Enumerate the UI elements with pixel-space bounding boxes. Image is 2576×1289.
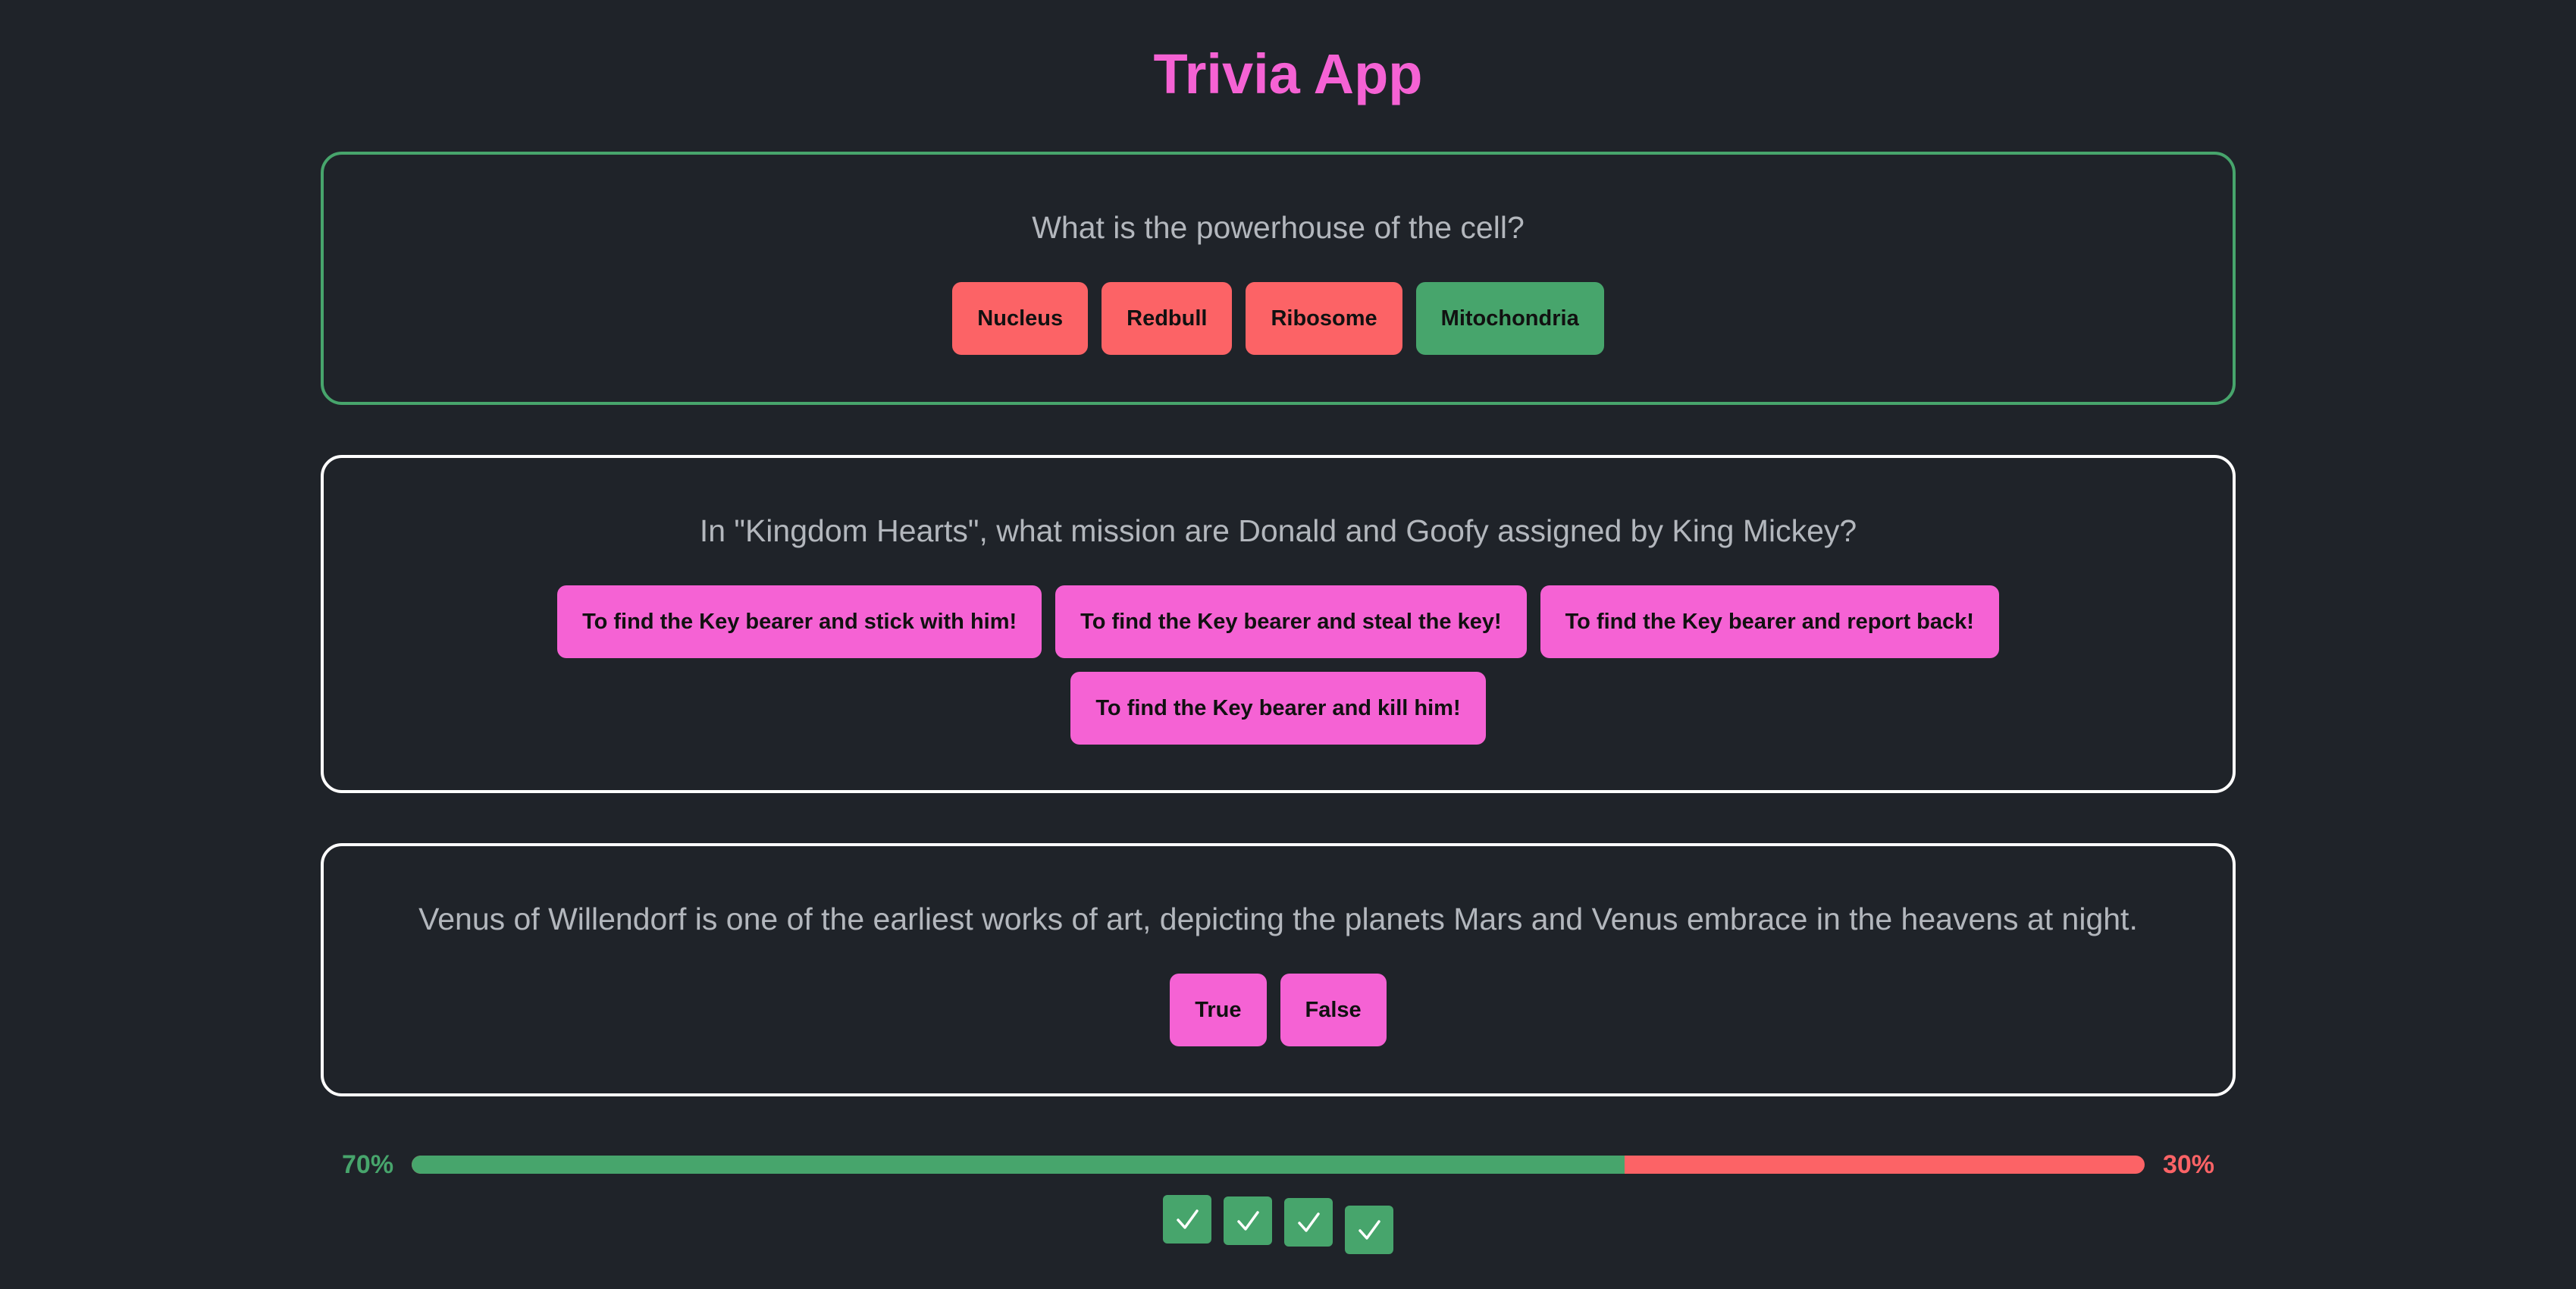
question-card-2: In "Kingdom Hearts", what mission are Do…	[321, 455, 2236, 793]
answer-button-nucleus[interactable]: Nucleus	[952, 282, 1089, 355]
answer-group: True False	[324, 974, 2233, 1046]
check-icon	[1163, 1195, 1211, 1244]
answer-group: Nucleus Redbull Ribosome Mitochondria	[324, 282, 2233, 355]
check-icon	[1345, 1206, 1393, 1254]
question-text: Venus of Willendorf is one of the earlie…	[418, 902, 2138, 936]
score-progress-fill	[412, 1156, 1625, 1174]
answer-button-report-back[interactable]: To find the Key bearer and report back!	[1540, 585, 1999, 658]
check-icon	[1224, 1196, 1272, 1245]
answer-button-false[interactable]: False	[1280, 974, 1387, 1046]
question-card-1: What is the powerhouse of the cell? Nucl…	[321, 152, 2236, 405]
question-text: What is the powerhouse of the cell?	[1032, 210, 1525, 245]
answer-button-ribosome[interactable]: Ribosome	[1246, 282, 1402, 355]
answer-button-kill-him[interactable]: To find the Key bearer and kill him!	[1070, 672, 1486, 745]
answer-group: To find the Key bearer and stick with hi…	[324, 585, 2233, 745]
wrong-percentage: 30%	[2162, 1150, 2214, 1179]
answer-button-mitochondria[interactable]: Mitochondria	[1415, 282, 1604, 355]
answer-button-redbull[interactable]: Redbull	[1102, 282, 1233, 355]
check-icon	[1284, 1198, 1333, 1247]
score-progress-bar	[412, 1156, 2145, 1174]
score-bar-row: 70% 30%	[321, 1143, 2236, 1186]
answer-button-stick-with-him[interactable]: To find the Key bearer and stick with hi…	[557, 585, 1042, 658]
app-title: Trivia App	[1153, 42, 1423, 105]
question-text: In "Kingdom Hearts", what mission are Do…	[699, 513, 1857, 548]
correct-percentage: 70%	[342, 1150, 394, 1179]
question-card-3: Venus of Willendorf is one of the earlie…	[321, 843, 2236, 1096]
answer-button-true[interactable]: True	[1170, 974, 1267, 1046]
answer-button-steal-the-key[interactable]: To find the Key bearer and steal the key…	[1055, 585, 1527, 658]
answered-checkmarks	[1161, 1195, 1419, 1256]
